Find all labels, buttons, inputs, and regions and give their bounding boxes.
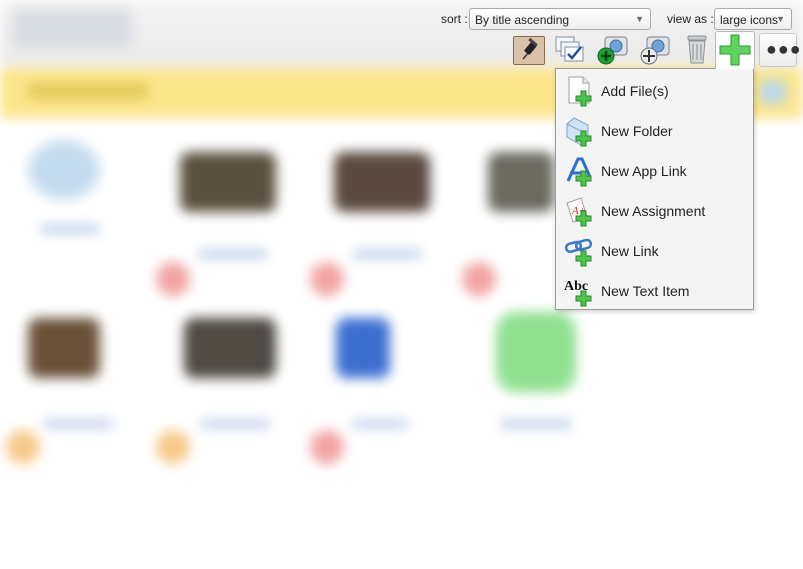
item-caption — [500, 420, 572, 428]
menu-item-label: New Assignment — [601, 203, 706, 219]
item-badge — [310, 262, 344, 296]
globe-move-icon — [638, 33, 672, 65]
item-badge — [6, 430, 40, 464]
view-as-label: view as : — [667, 12, 714, 26]
trash-icon — [680, 33, 714, 65]
item-caption — [40, 225, 100, 233]
view-as-select-value: large icons — [720, 13, 779, 27]
text-add-icon: Abc — [564, 275, 596, 307]
ellipsis-icon: ●●● — [766, 39, 802, 59]
add-item-button[interactable] — [715, 31, 755, 69]
assignment-add-icon: A+ — [564, 195, 596, 227]
item-badge — [310, 430, 344, 464]
more-options-button[interactable]: ●●● — [759, 33, 801, 67]
multi-select-check-icon — [553, 33, 587, 65]
share-button[interactable] — [596, 33, 630, 65]
menu-item-label: New App Link — [601, 163, 687, 179]
add-item-menu: Add File(s) New Folder New App Link A+ N… — [555, 68, 754, 310]
menu-item-label: New Text Item — [601, 283, 690, 299]
plus-icon — [716, 32, 754, 68]
chevron-down-icon: ▼ — [635, 14, 644, 24]
move-button[interactable] — [638, 33, 672, 65]
sort-label: sort : — [441, 12, 468, 26]
item-tile — [28, 318, 100, 378]
menu-item-new-link[interactable]: New Link — [556, 231, 753, 271]
file-add-icon — [564, 75, 596, 107]
menu-item-new-text-item[interactable]: Abc New Text Item — [556, 271, 753, 311]
item-badge — [462, 262, 496, 296]
item-tile — [336, 318, 390, 378]
item-tile — [180, 152, 276, 212]
site-logo — [12, 8, 132, 48]
item-tile — [28, 140, 100, 200]
notice-banner-icon — [760, 80, 786, 104]
item-caption — [352, 420, 408, 428]
item-caption — [44, 420, 114, 428]
item-tile — [334, 152, 430, 212]
item-badge — [156, 262, 190, 296]
select-items-button[interactable] — [553, 33, 587, 65]
item-tile — [496, 312, 576, 392]
chevron-down-icon: ▼ — [776, 14, 785, 24]
item-badge — [156, 430, 190, 464]
pin-button[interactable] — [513, 36, 545, 65]
menu-item-label: New Link — [601, 243, 659, 259]
folder-add-icon — [564, 115, 596, 147]
menu-item-new-assignment[interactable]: A+ New Assignment — [556, 191, 753, 231]
menu-item-add-files[interactable]: Add File(s) — [556, 71, 753, 111]
menu-item-label: New Folder — [601, 123, 673, 139]
item-tile — [184, 318, 276, 378]
app-link-add-icon — [564, 155, 596, 187]
thumbtack-icon — [514, 37, 544, 64]
item-tile — [488, 152, 554, 212]
view-as-select[interactable]: large icons ▼ — [714, 8, 792, 30]
menu-item-new-app-link[interactable]: New App Link — [556, 151, 753, 191]
sort-select-value: By title ascending — [475, 13, 570, 27]
link-add-icon — [564, 235, 596, 267]
item-caption — [198, 250, 268, 258]
item-caption — [352, 250, 422, 258]
item-caption — [200, 420, 270, 428]
globe-add-icon — [596, 33, 630, 65]
notice-banner-text — [28, 84, 148, 98]
menu-item-label: Add File(s) — [601, 83, 669, 99]
delete-button[interactable] — [680, 33, 714, 65]
sort-select[interactable]: By title ascending ▼ — [469, 8, 651, 30]
menu-item-new-folder[interactable]: New Folder — [556, 111, 753, 151]
